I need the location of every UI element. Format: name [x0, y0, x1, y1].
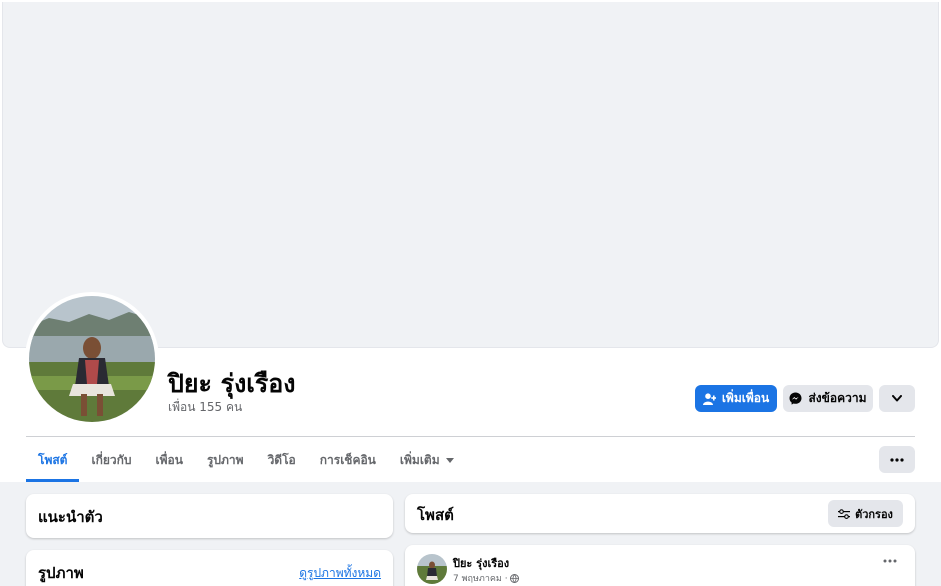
chevron-down-icon [892, 395, 902, 402]
posts-title: โพสต์ [417, 506, 454, 524]
intro-title: แนะนำตัว [38, 508, 103, 526]
tab-videos[interactable]: วิดีโอ [256, 438, 308, 482]
profile-tabs: โพสต์ เกี่ยวกับ เพื่อน รูปภาพ วิดีโอ การ… [26, 438, 466, 482]
post-card: ปิยะ รุ่งเรือง 7 พฤษภาคม · [405, 545, 915, 586]
tab-friends[interactable]: เพื่อน [144, 438, 195, 482]
caret-down-icon [445, 457, 454, 463]
tab-about[interactable]: เกี่ยวกับ [79, 438, 143, 482]
cover-photo[interactable] [2, 2, 939, 348]
post-author-name[interactable]: ปิยะ รุ่งเรือง [453, 554, 509, 572]
post-date[interactable]: 7 พฤษภาคม · [453, 571, 508, 585]
see-all-photos-link[interactable]: ดูรูปภาพทั้งหมด [299, 564, 381, 583]
tab-label: การเช็คอิน [319, 452, 376, 467]
tab-label: เกี่ยวกับ [91, 452, 132, 467]
tab-checkins[interactable]: การเช็คอิน [308, 438, 388, 482]
profile-avatar[interactable] [29, 296, 155, 422]
photos-card: รูปภาพ ดูรูปภาพทั้งหมด [26, 550, 393, 586]
tab-photos[interactable]: รูปภาพ [195, 438, 256, 482]
messenger-icon [789, 392, 802, 405]
tab-label: เพิ่มเติม [399, 452, 440, 467]
more-horizontal-icon [890, 457, 904, 462]
filter-button[interactable]: ตัวกรอง [828, 500, 903, 527]
photos-title: รูปภาพ [38, 564, 84, 582]
tab-posts[interactable]: โพสต์ [26, 438, 80, 482]
tab-label: โพสต์ [38, 452, 68, 467]
globe-icon [509, 573, 519, 583]
post-meta: 7 พฤษภาคม · [453, 571, 519, 585]
intro-card: แนะนำตัว [26, 494, 393, 538]
tab-more[interactable]: เพิ่มเติม [388, 438, 466, 482]
tab-label: วิดีโอ [267, 452, 296, 467]
friends-count[interactable]: เพื่อน 155 คน [168, 398, 242, 417]
more-options-button[interactable] [879, 446, 915, 473]
tab-label: เพื่อน [155, 452, 183, 467]
add-friend-button[interactable]: เพิ่มเพื่อน [695, 385, 777, 412]
filter-sliders-icon [838, 508, 851, 519]
add-friend-label: เพิ่มเพื่อน [721, 391, 770, 405]
add-friend-icon [702, 392, 716, 405]
tab-label: รูปภาพ [206, 452, 244, 467]
profile-options-button[interactable] [879, 385, 915, 412]
header-divider [26, 436, 915, 437]
filter-label: ตัวกรอง [855, 507, 893, 521]
post-more-icon[interactable] [883, 559, 897, 563]
posts-header-card: โพสต์ ตัวกรอง [405, 494, 915, 533]
message-button[interactable]: ส่งข้อความ [783, 385, 873, 412]
post-author-avatar[interactable] [417, 554, 447, 584]
message-label: ส่งข้อความ [808, 391, 867, 405]
